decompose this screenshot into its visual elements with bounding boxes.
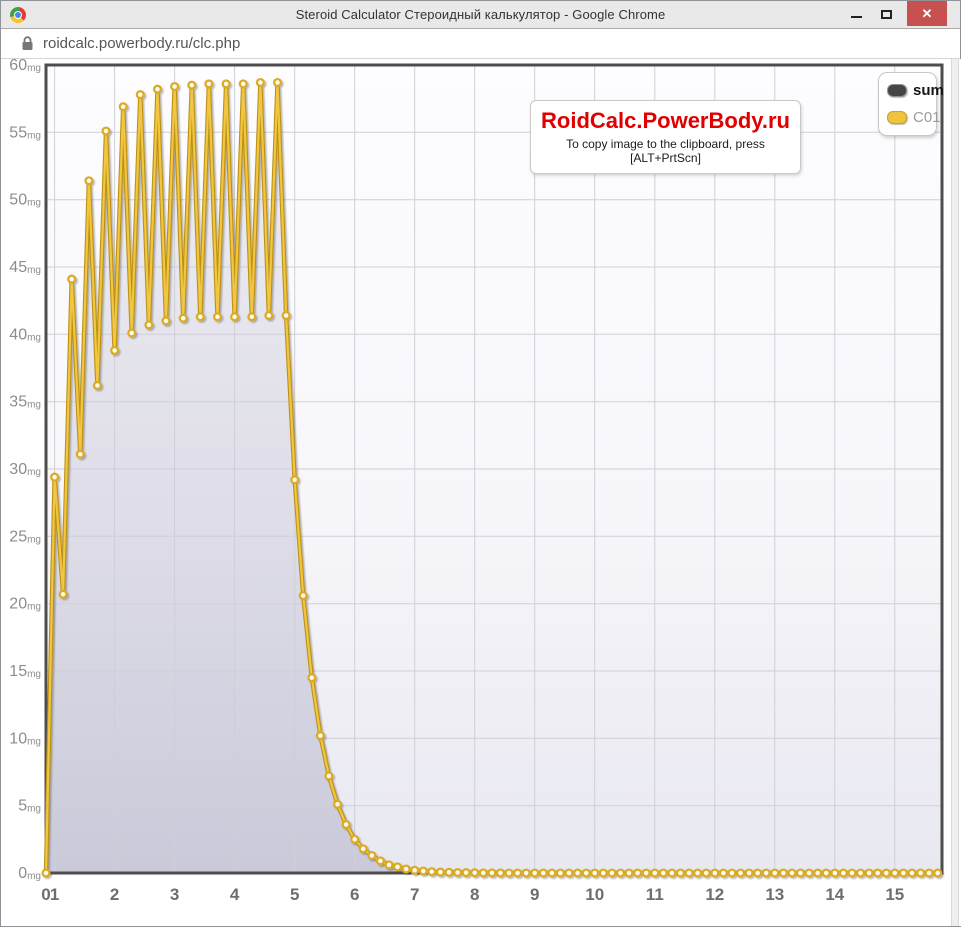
watermark-title: RoidCalc.PowerBody.ru (535, 108, 796, 133)
browser-window: Steroid Calculator Стероидный калькулято… (0, 0, 961, 927)
scrollbar[interactable] (951, 59, 959, 926)
chart-canvas: 0mg 5mg 10mg 15mg 20mg 25mg 30mg 35mg 40mg 45mg 50… (1, 59, 961, 926)
svg-text:25mg: 25mg (9, 528, 41, 545)
maximize-button[interactable] (871, 1, 901, 27)
svg-text:6: 6 (350, 885, 359, 904)
svg-text:55mg: 55mg (9, 124, 41, 141)
minimize-icon (851, 16, 862, 18)
svg-text:12: 12 (705, 885, 724, 904)
svg-text:35mg: 35mg (9, 394, 41, 411)
svg-text:11: 11 (646, 885, 664, 904)
chrome-logo-icon (10, 7, 26, 23)
close-icon: ✕ (922, 6, 933, 22)
svg-text:30mg: 30mg (9, 461, 41, 478)
maximize-icon (881, 10, 892, 19)
watermark-box: RoidCalc.PowerBody.ru To copy image to t… (530, 100, 801, 174)
svg-text:5mg: 5mg (18, 798, 41, 815)
svg-text:0mg: 0mg (18, 865, 41, 882)
minimize-button[interactable] (841, 1, 871, 27)
svg-text:2: 2 (110, 885, 119, 904)
svg-text:5: 5 (290, 885, 299, 904)
svg-text:14: 14 (825, 885, 844, 904)
window-titlebar[interactable]: Steroid Calculator Стероидный калькулято… (1, 1, 960, 29)
lock-icon[interactable] (21, 36, 34, 51)
window-title: Steroid Calculator Стероидный калькулято… (1, 7, 960, 22)
svg-text:7: 7 (410, 885, 419, 904)
chart-legend: sum C01 (878, 72, 937, 136)
url-bar[interactable]: roidcalc.powerbody.ru/clc.php (1, 29, 960, 59)
svg-text:50mg: 50mg (9, 192, 41, 209)
svg-text:10: 10 (585, 885, 604, 904)
svg-text:45mg: 45mg (9, 259, 41, 276)
svg-text:9: 9 (530, 885, 539, 904)
watermark-subtitle: To copy image to the clipboard, press [A… (535, 137, 796, 165)
svg-text:60mg: 60mg (9, 59, 41, 74)
legend-item-c01: C01 (887, 109, 928, 126)
svg-text:40mg: 40mg (9, 326, 41, 343)
svg-text:15: 15 (885, 885, 904, 904)
svg-text:3: 3 (170, 885, 179, 904)
svg-text:4: 4 (230, 885, 240, 904)
legend-label-c01: C01 (913, 109, 941, 126)
chart-region: 0mg 5mg 10mg 15mg 20mg 25mg 30mg 35mg 40mg 45mg 50… (1, 59, 961, 926)
legend-item-sum: sum (887, 82, 928, 99)
svg-text:10mg: 10mg (9, 730, 41, 747)
window-controls: ✕ (841, 1, 960, 29)
svg-text:15mg: 15mg (9, 663, 41, 680)
c01-series-swatch-icon (887, 111, 907, 124)
url-text: roidcalc.powerbody.ru/clc.php (43, 35, 240, 52)
svg-text:1: 1 (50, 885, 59, 904)
svg-text:20mg: 20mg (9, 596, 41, 613)
sum-series-swatch-icon (887, 84, 907, 97)
svg-text:13: 13 (765, 885, 784, 904)
close-button[interactable]: ✕ (907, 1, 947, 26)
legend-label-sum: sum (913, 82, 944, 99)
svg-text:8: 8 (470, 885, 479, 904)
